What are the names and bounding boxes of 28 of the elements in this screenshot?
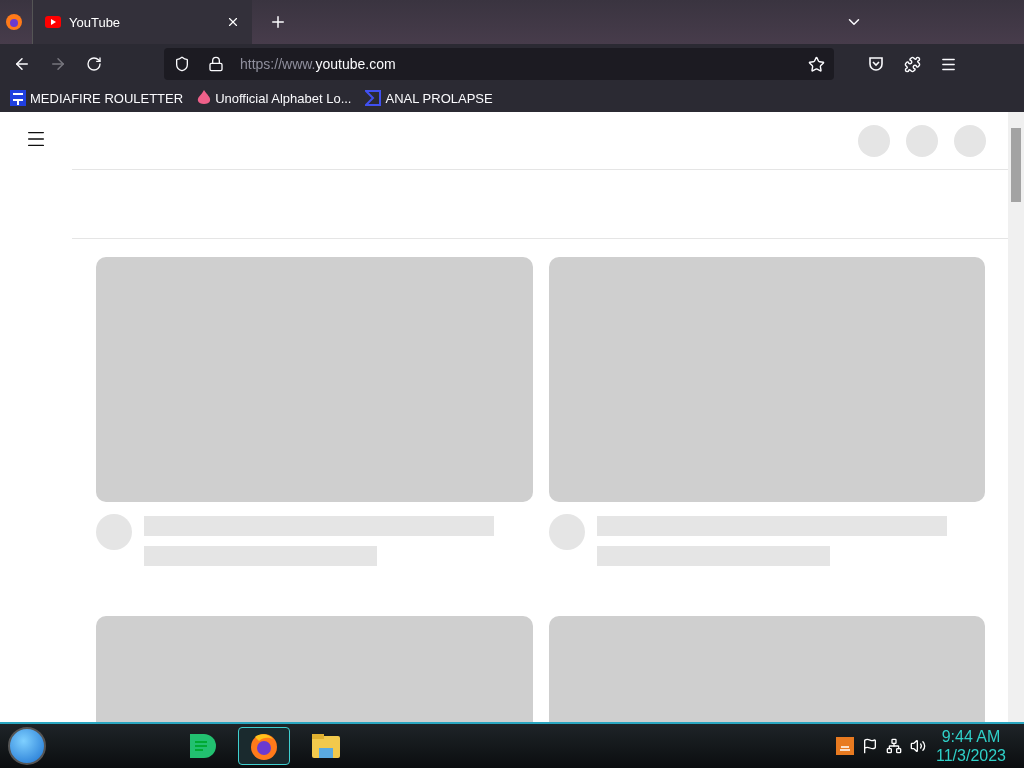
bookmark-item[interactable]: ANAL PROLAPSE [365, 90, 493, 106]
url-text: https://www.youtube.com [240, 56, 397, 72]
sigma-icon [365, 90, 382, 106]
youtube-icon [45, 16, 61, 28]
volume-icon[interactable] [910, 738, 926, 754]
scrollbar-thumb[interactable] [1011, 128, 1021, 202]
placeholder-circle [906, 124, 938, 157]
tab-title: YouTube [69, 14, 122, 30]
bookmark-icon [10, 90, 26, 106]
bookmark-item[interactable]: Unofficial Alphabet Lo... [197, 90, 352, 106]
notes-app-icon[interactable] [188, 732, 216, 760]
close-icon[interactable] [226, 15, 240, 29]
taskbar-app[interactable] [238, 727, 290, 765]
flame-icon [197, 90, 212, 106]
avatar-placeholder [96, 514, 132, 550]
start-button[interactable] [8, 727, 46, 765]
scrollbar[interactable] [1008, 112, 1024, 722]
folder-icon[interactable] [310, 732, 342, 760]
flag-icon[interactable] [862, 738, 878, 754]
clock[interactable]: 9:44 AM 11/3/2023 [936, 727, 1016, 765]
placeholder-circle [954, 124, 986, 157]
avatar-placeholder [549, 514, 585, 550]
placeholder-circle [858, 124, 890, 157]
network-icon[interactable] [886, 738, 902, 754]
browser-tab[interactable]: YouTube [32, 0, 252, 44]
firefox-icon[interactable] [249, 731, 279, 761]
bookmark-item[interactable]: MEDIAFIRE ROULETTER [10, 90, 184, 106]
address-field[interactable]: https://www.youtube.com [164, 48, 834, 80]
